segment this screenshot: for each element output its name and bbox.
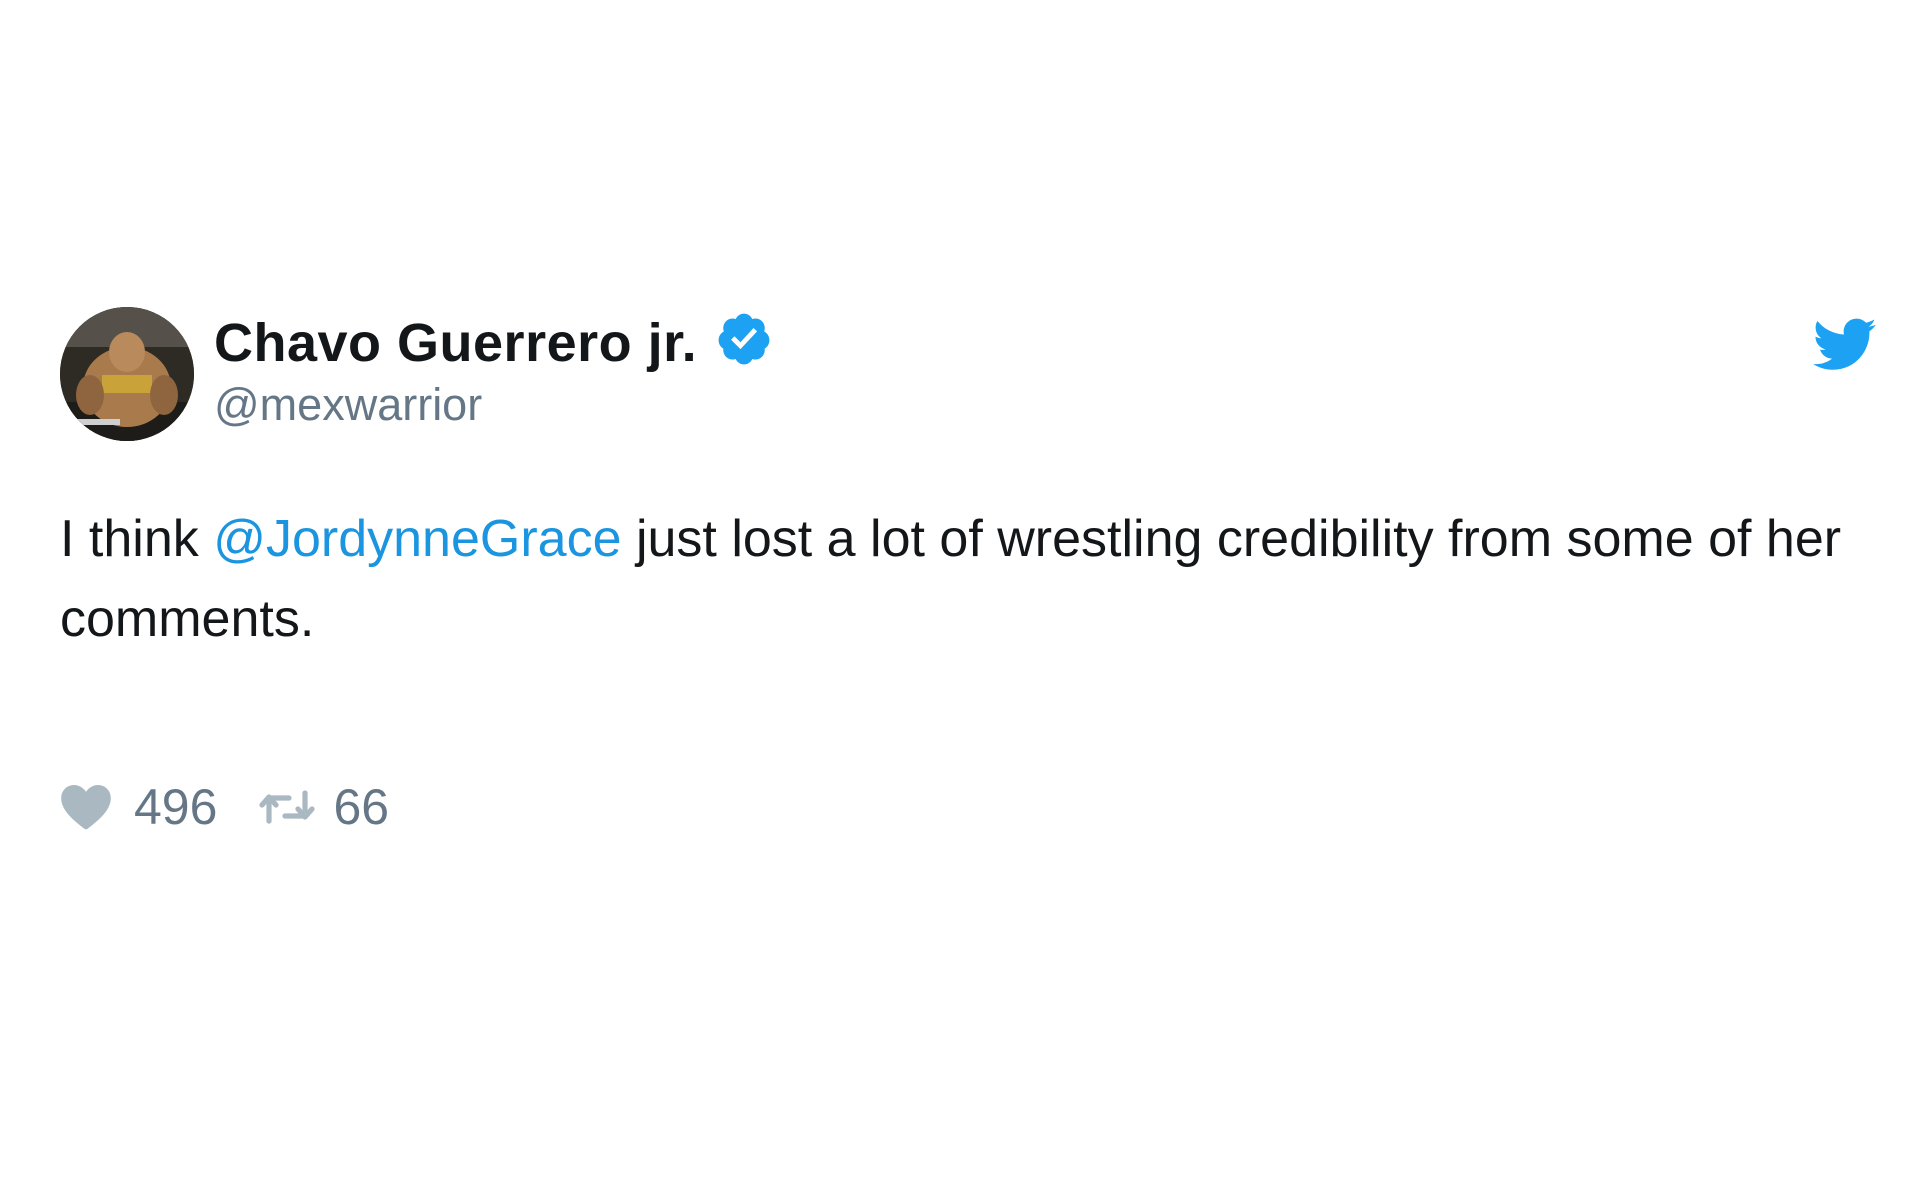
heart-icon: [61, 785, 111, 830]
tweet-actions: 496 66: [60, 777, 1880, 837]
like-action[interactable]: 496: [60, 778, 217, 836]
retweet-icon: [259, 790, 316, 824]
twitter-bird-icon[interactable]: [1813, 317, 1877, 373]
display-name[interactable]: Chavo Guerrero jr.: [214, 312, 697, 374]
tweet-embed-page: Chavo Guerrero jr. @mexwarrior I think @…: [0, 0, 1920, 1200]
like-count: 496: [134, 779, 218, 835]
avatar[interactable]: [60, 307, 194, 441]
mention-link[interactable]: @JordynneGrace: [213, 510, 621, 568]
handle[interactable]: @mexwarrior: [214, 379, 773, 431]
verified-badge-icon: [718, 313, 770, 365]
author-names: Chavo Guerrero jr. @mexwarrior: [214, 311, 773, 431]
tweet-text: I think @JordynneGrace just lost a lot o…: [60, 499, 1860, 659]
avatar-image: [60, 307, 194, 441]
retweet-action[interactable]: 66: [217, 778, 389, 836]
display-name-row: Chavo Guerrero jr.: [214, 311, 773, 375]
tweet-header: Chavo Guerrero jr. @mexwarrior: [60, 307, 1880, 443]
retweet-count: 66: [333, 779, 390, 835]
tweet-text-before: I think: [60, 510, 214, 568]
tweet-card: Chavo Guerrero jr. @mexwarrior I think @…: [60, 307, 1880, 837]
